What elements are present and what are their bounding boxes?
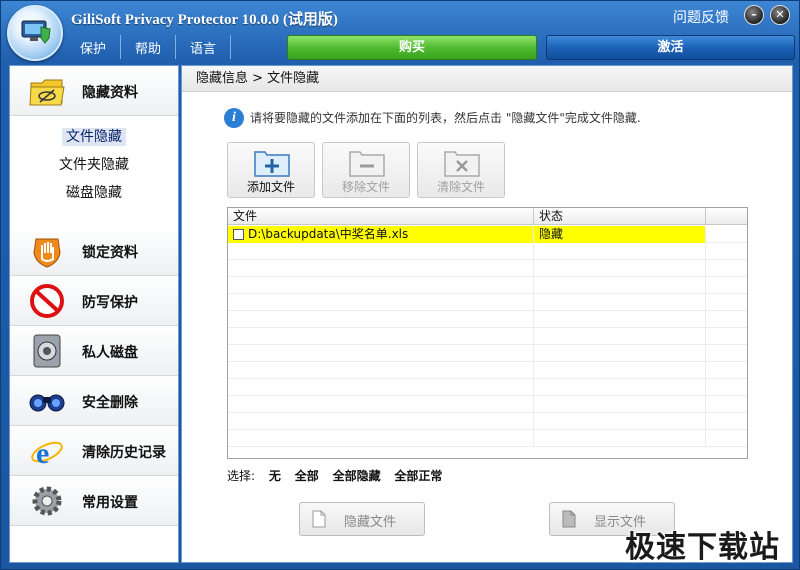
menu-language[interactable]: 语言: [176, 35, 232, 59]
column-header-status[interactable]: 状态: [534, 208, 706, 225]
svg-text:e: e: [36, 437, 49, 469]
table-row-empty: [228, 430, 747, 447]
sidebar-item-label: 隐藏资料: [82, 85, 138, 101]
breadcrumb: 隐藏信息 > 文件隐藏: [182, 66, 792, 92]
sidebar-sublist: 文件隐藏 文件夹隐藏 磁盘隐藏: [10, 123, 178, 207]
add-file-label: 添加文件: [246, 180, 295, 194]
remove-file-label: 移除文件: [341, 180, 390, 194]
table-row[interactable]: D:\backupdata\中奖名单.xls 隐藏: [228, 226, 747, 243]
feedback-link[interactable]: 问题反馈: [673, 7, 729, 27]
select-all-hidden[interactable]: 全部隐藏: [333, 469, 381, 483]
app-logo: [7, 5, 63, 61]
hide-folder-icon: [29, 79, 65, 106]
sidebar-item-hide-data[interactable]: 隐藏资料: [10, 66, 178, 116]
table-cell-file: D:\backupdata\中奖名单.xls: [228, 226, 534, 243]
table-row-empty: [228, 328, 747, 345]
sidebar-item-label: 锁定资料: [82, 245, 138, 261]
sidebar-subitem-folder-hide[interactable]: 文件夹隐藏: [10, 151, 178, 179]
sidebar-subitem-disk-hide[interactable]: 磁盘隐藏: [10, 179, 178, 207]
app-window: GiliSoft Privacy Protector 10.0.0 (试用版) …: [0, 0, 800, 570]
table-row-empty: [228, 294, 747, 311]
remove-folder-icon: [349, 151, 385, 177]
table-cell-status: 隐藏: [534, 226, 706, 243]
table-row-empty: [228, 345, 747, 362]
document-icon: [562, 510, 576, 528]
sidebar-item-write-protect[interactable]: 防写保护: [10, 276, 178, 326]
monitor-shield-icon: [21, 20, 51, 44]
add-file-button[interactable]: 添加文件: [227, 142, 315, 198]
sidebar-item-label: 私人磁盘: [82, 345, 138, 361]
clear-folder-icon: [444, 151, 480, 177]
menu-protect[interactable]: 保护: [66, 35, 122, 59]
select-all[interactable]: 全部: [295, 469, 319, 483]
clear-file-label: 清除文件: [436, 180, 485, 194]
sidebar: 隐藏资料 文件隐藏 文件夹隐藏 磁盘隐藏 锁定资料 防写保护 私人磁盘 安全删除…: [9, 65, 179, 563]
column-header-file[interactable]: 文件: [228, 208, 534, 225]
table-row-empty: [228, 396, 747, 413]
remove-file-button[interactable]: 移除文件: [322, 142, 410, 198]
sidebar-subitem-file-hide[interactable]: 文件隐藏: [10, 123, 178, 151]
sidebar-item-secure-delete[interactable]: 安全删除: [10, 376, 178, 426]
table-row-empty: [228, 413, 747, 430]
binoculars-icon: [29, 394, 65, 412]
file-status: 隐藏: [539, 227, 564, 241]
sidebar-subitem-label: 文件隐藏: [62, 128, 126, 146]
table-row-empty: [228, 260, 747, 277]
no-entry-icon: [30, 284, 64, 318]
row-checkbox[interactable]: [233, 229, 244, 240]
info-text: 请将要隐藏的文件添加在下面的列表，然后点击 "隐藏文件"完成文件隐藏.: [250, 111, 641, 125]
add-folder-icon: [254, 151, 290, 177]
table-row-empty: [228, 379, 747, 396]
clear-file-button[interactable]: 清除文件: [417, 142, 505, 198]
menu-bar: 保护 帮助 语言: [66, 35, 232, 59]
hide-file-button[interactable]: 隐藏文件: [299, 502, 425, 536]
info-icon: i: [224, 108, 244, 128]
main-panel: 隐藏信息 > 文件隐藏 i 请将要隐藏的文件添加在下面的列表，然后点击 "隐藏文…: [181, 65, 793, 563]
select-label: 选择:: [227, 469, 256, 483]
watermark: 极速下载站: [625, 530, 780, 565]
sidebar-item-label: 常用设置: [82, 495, 138, 511]
select-all-normal[interactable]: 全部正常: [394, 469, 442, 483]
activate-button[interactable]: 激活: [546, 35, 795, 60]
menu-help[interactable]: 帮助: [121, 35, 177, 59]
table-row-empty: [228, 362, 747, 379]
table-header: 文件 状态: [228, 208, 747, 225]
select-none[interactable]: 无: [269, 469, 281, 483]
minimize-icon[interactable]: –: [744, 5, 764, 25]
sidebar-item-label: 安全删除: [82, 395, 138, 411]
gear-icon: [32, 486, 62, 516]
sidebar-item-settings[interactable]: 常用设置: [10, 476, 178, 526]
document-icon: [312, 510, 326, 528]
sidebar-item-private-disk[interactable]: 私人磁盘: [10, 326, 178, 376]
ie-icon: e: [31, 437, 63, 469]
file-table: 文件 状态 D:\backupdata\中奖名单.xls 隐藏: [227, 207, 748, 459]
safe-disk-icon: [33, 334, 61, 368]
table-row-empty: [228, 243, 747, 260]
hide-file-label: 隐藏文件: [344, 515, 397, 530]
app-title: GiliSoft Privacy Protector 10.0.0 (试用版): [71, 12, 338, 28]
table-row-empty: [228, 311, 747, 328]
close-icon[interactable]: ✕: [770, 5, 790, 25]
lock-hand-icon: [33, 238, 61, 268]
sidebar-item-label: 防写保护: [82, 295, 138, 311]
file-path: D:\backupdata\中奖名单.xls: [248, 227, 409, 241]
buy-button[interactable]: 购买: [287, 35, 537, 60]
select-row: 选择: 无 全部 全部隐藏 全部正常: [227, 467, 452, 484]
table-row-empty: [228, 277, 747, 294]
info-message: i 请将要隐藏的文件添加在下面的列表，然后点击 "隐藏文件"完成文件隐藏.: [224, 106, 641, 130]
sidebar-item-clear-history[interactable]: e 清除历史记录: [10, 426, 178, 476]
sidebar-item-lock-data[interactable]: 锁定资料: [10, 226, 178, 276]
sidebar-item-label: 清除历史记录: [82, 445, 166, 461]
